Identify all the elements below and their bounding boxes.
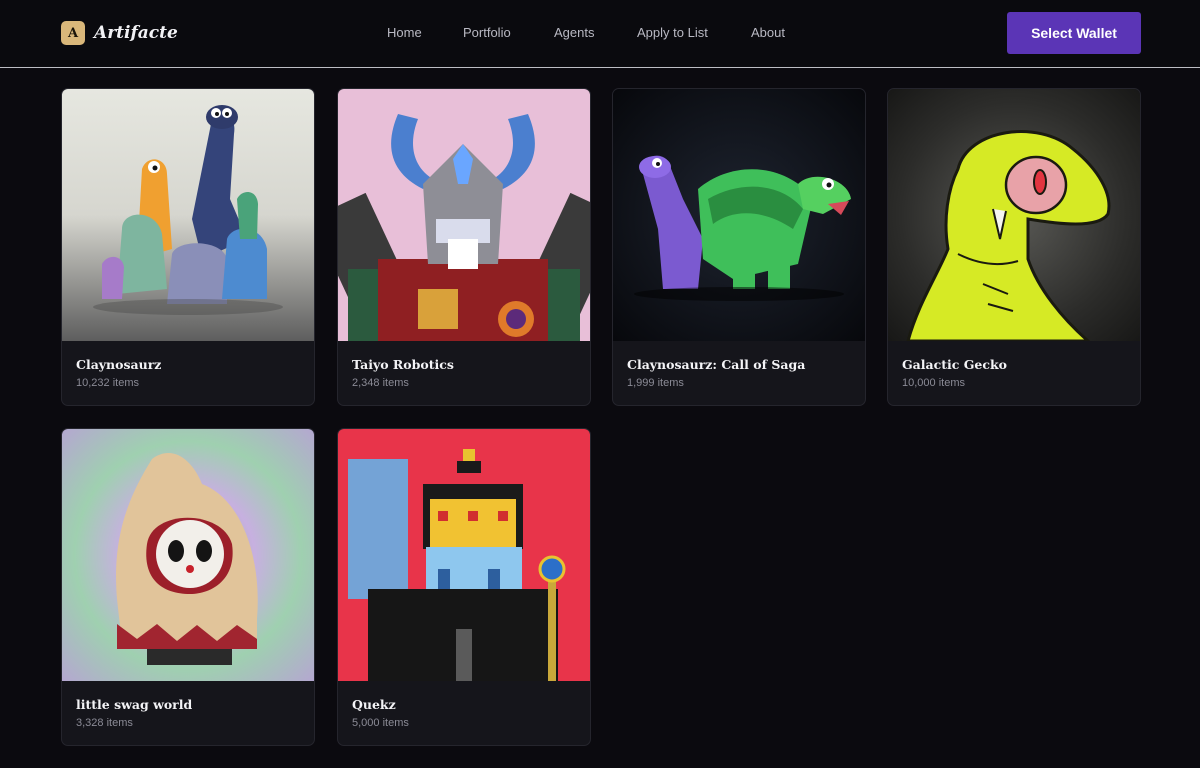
collection-card-claynosaurz[interactable]: Claynosaurz 10,232 items: [61, 88, 315, 406]
collection-name: Claynosaurz: [76, 357, 162, 372]
collection-card-claynosaurz-call-of-saga[interactable]: Claynosaurz: Call of Saga 1,999 items: [612, 88, 866, 406]
collection-item-count: 10,000 items: [902, 377, 965, 389]
collection-image-claynosaurz: [62, 89, 314, 341]
collection-card-little-swag-world[interactable]: little swag world 3,328 items: [61, 428, 315, 746]
collection-image-claynosaurz-call-of-saga: [613, 89, 865, 341]
collection-item-count: 2,348 items: [352, 377, 409, 389]
collection-image-galactic-gecko: [888, 89, 1140, 341]
nav-home[interactable]: Home: [387, 25, 422, 41]
collection-name: little swag world: [76, 697, 193, 712]
collection-item-count: 5,000 items: [352, 717, 409, 729]
collection-item-count: 10,232 items: [76, 377, 139, 389]
select-wallet-button[interactable]: Select Wallet: [1007, 12, 1141, 54]
collection-image-little-swag-world: [62, 429, 314, 681]
nav-agents[interactable]: Agents: [554, 25, 594, 41]
collection-item-count: 3,328 items: [76, 717, 133, 729]
collection-card-taiyo-robotics[interactable]: Taiyo Robotics 2,348 items: [337, 88, 591, 406]
collection-name: Taiyo Robotics: [352, 357, 454, 372]
collection-name: Claynosaurz: Call of Saga: [627, 357, 806, 372]
nav-portfolio[interactable]: Portfolio: [463, 25, 511, 41]
nav-about[interactable]: About: [751, 25, 785, 41]
collection-image-quekz: [338, 429, 590, 681]
collection-name: Galactic Gecko: [902, 357, 1007, 372]
top-navigation-bar: A Artifacte Home Portfolio Agents Apply …: [0, 0, 1200, 68]
collection-card-galactic-gecko[interactable]: Galactic Gecko 10,000 items: [887, 88, 1141, 406]
collection-image-taiyo-robotics: [338, 89, 590, 341]
collection-item-count: 1,999 items: [627, 377, 684, 389]
nav-apply-to-list[interactable]: Apply to List: [637, 25, 708, 41]
collection-name: Quekz: [352, 697, 396, 712]
collection-card-quekz[interactable]: Quekz 5,000 items: [337, 428, 591, 746]
